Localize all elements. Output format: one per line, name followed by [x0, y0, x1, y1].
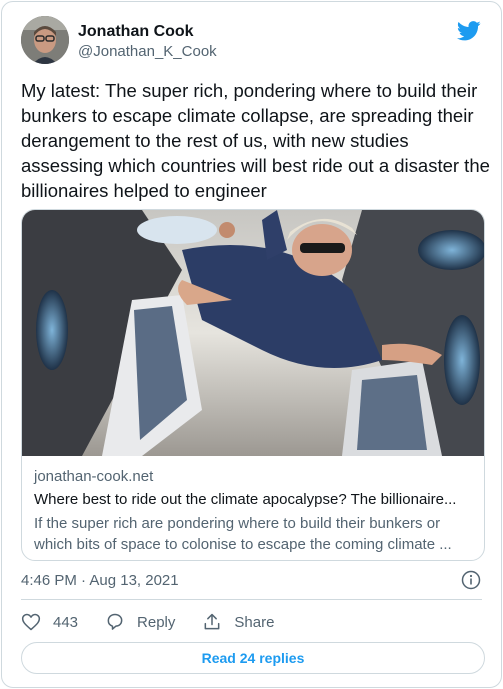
info-icon[interactable] — [461, 570, 481, 590]
card-image[interactable] — [22, 210, 484, 456]
author-handle[interactable]: @Jonathan_K_Cook — [78, 42, 217, 62]
read-replies-button[interactable]: Read 24 replies — [21, 642, 485, 674]
tweet-text: My latest: The super rich, pondering whe… — [21, 80, 490, 201]
card-title: Where best to ride out the climate apoca… — [34, 491, 457, 508]
card-domain: jonathan-cook.net — [34, 468, 154, 485]
tweet-embed: Jonathan Cook @Jonathan_K_Cook My latest… — [1, 1, 502, 688]
avatar[interactable] — [21, 16, 69, 64]
heart-icon — [21, 613, 41, 631]
share-button[interactable]: Share — [202, 612, 274, 632]
card-description: If the super rich are pondering where to… — [34, 515, 452, 553]
divider — [21, 599, 482, 600]
twitter-bird-icon[interactable] — [457, 20, 481, 42]
tweet-timestamp[interactable]: 4:46 PM · Aug 13, 2021 — [21, 571, 179, 591]
author-name[interactable]: Jonathan Cook — [78, 22, 194, 42]
like-button[interactable]: 443 — [21, 612, 78, 632]
reply-label: Reply — [137, 613, 176, 631]
action-bar: 443 Reply Share — [21, 610, 301, 634]
link-card[interactable]: jonathan-cook.net Where best to ride out… — [21, 209, 485, 561]
reply-button[interactable]: Reply — [105, 612, 175, 632]
share-label: Share — [234, 613, 275, 631]
like-count: 443 — [53, 613, 79, 631]
reply-icon — [107, 613, 123, 630]
share-icon — [204, 613, 220, 630]
